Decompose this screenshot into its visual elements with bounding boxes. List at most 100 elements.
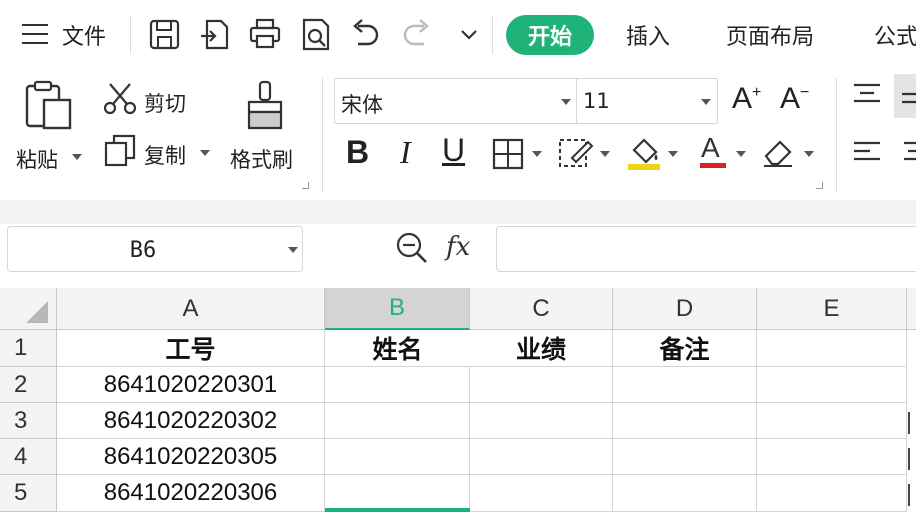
overflow-cell-text [908,448,916,470]
shrink-font-button[interactable]: A− [780,82,809,116]
underline-button[interactable]: U [442,132,465,169]
tab-insert[interactable]: 插入 [626,19,670,51]
more-dropdown-icon[interactable] [452,16,480,52]
tab-home[interactable]: 开始 [506,15,594,55]
clipboard-launcher-icon[interactable] [302,182,309,189]
cell-e3[interactable] [757,403,907,439]
file-menu[interactable]: 文件 [62,19,106,51]
font-color-dropdown-icon[interactable] [736,151,746,157]
row-header[interactable]: 2 [0,367,57,403]
cell-d2[interactable] [613,367,757,403]
save-icon[interactable] [148,16,182,52]
align-center-icon[interactable] [900,140,916,166]
menu-icon[interactable] [22,16,50,52]
chevron-down-icon[interactable] [561,99,571,105]
print-icon[interactable] [248,16,282,52]
format-painter-button[interactable]: 格式刷 [230,144,293,174]
cell-a2[interactable]: 8641020220301 [57,367,325,403]
column-header-d[interactable]: D [613,288,757,330]
cell-c1[interactable]: 业绩 [470,330,613,367]
grow-font-button[interactable]: A+ [732,82,761,116]
font-color-icon[interactable]: A [698,132,728,172]
row-header[interactable]: 3 [0,403,57,439]
bold-button[interactable]: B [346,134,369,171]
undo-icon[interactable] [348,16,382,52]
print-preview-icon[interactable] [299,16,333,52]
borders-icon[interactable] [492,138,524,170]
chevron-down-icon[interactable] [701,99,711,105]
column-header-c[interactable]: C [470,288,613,330]
cell-a1[interactable]: 工号 [57,330,325,367]
formula-input[interactable] [496,226,916,272]
paste-button[interactable]: 粘贴 [16,144,58,174]
cell-c4[interactable] [470,439,613,475]
cell-e2[interactable] [757,367,907,403]
cell-b2[interactable] [325,367,470,403]
column-header-f[interactable] [907,288,916,330]
insert-function-button[interactable]: fx [446,232,470,262]
cell-c5[interactable] [470,475,613,512]
cell-b3[interactable] [325,403,470,439]
redo-icon[interactable] [400,16,434,52]
formula-bar: B6 fx [0,224,916,288]
cell-d1[interactable]: 备注 [613,330,757,367]
overflow-cell-text [908,484,916,506]
copy-dropdown-icon[interactable] [200,150,210,156]
chevron-down-icon[interactable] [288,247,298,253]
column-header-b[interactable]: B [325,288,470,330]
select-all-button[interactable] [0,288,57,330]
align-top-icon[interactable] [852,82,882,106]
scissors-icon[interactable] [102,82,138,116]
cell-e4[interactable] [757,439,907,475]
cell-b1[interactable]: 姓名 [325,330,470,367]
cell-e5[interactable] [757,475,907,512]
copy-icon[interactable] [104,134,136,168]
cell-e1[interactable] [757,330,907,367]
copy-button[interactable]: 复制 [144,140,186,170]
sheet-grid: A B C D E 1 2 3 4 5 工号 姓名 业绩 备注 86410202… [0,288,916,512]
cell-style-dropdown-icon[interactable] [600,151,610,157]
font-launcher-icon[interactable] [816,182,823,189]
fill-color-dropdown-icon[interactable] [668,151,678,157]
cell-d4[interactable] [613,439,757,475]
tab-formulas[interactable]: 公式 [874,19,916,51]
export-icon[interactable] [199,16,233,52]
paste-dropdown-icon[interactable] [72,154,82,160]
cell-c3[interactable] [470,403,613,439]
name-box[interactable]: B6 [7,226,303,272]
fill-color-icon[interactable] [626,134,662,172]
cut-button[interactable]: 剪切 [144,88,186,118]
cell-b5[interactable] [325,475,470,512]
cell-a3[interactable]: 8641020220302 [57,403,325,439]
eraser-dropdown-icon[interactable] [804,151,814,157]
borders-dropdown-icon[interactable] [532,151,542,157]
column-header-a[interactable]: A [57,288,325,330]
tab-page-layout[interactable]: 页面布局 [726,19,814,51]
zoom-search-icon[interactable] [394,230,430,266]
menu-divider [492,16,493,54]
eraser-icon[interactable] [762,136,796,168]
cell-a4[interactable]: 8641020220305 [57,439,325,475]
format-painter-icon[interactable] [244,80,286,132]
align-middle-icon[interactable] [894,74,916,118]
column-header-e[interactable]: E [757,288,907,330]
grow-font-glyph: A [732,82,753,115]
menu-divider [130,16,131,54]
cell-d3[interactable] [613,403,757,439]
font-size-value: 11 [583,89,610,113]
cell-a5[interactable]: 8641020220306 [57,475,325,512]
row-header[interactable]: 5 [0,475,57,512]
cell-d5[interactable] [613,475,757,512]
cell-c2[interactable] [470,367,613,403]
shrink-font-glyph: A [780,82,801,115]
row-header[interactable]: 4 [0,439,57,475]
paste-icon[interactable] [24,80,74,132]
font-size-select[interactable]: 11 [576,78,718,124]
font-name-select[interactable]: 宋体 [334,78,578,124]
name-box-value: B6 [129,238,157,263]
align-left-icon[interactable] [852,140,882,166]
cell-b4[interactable] [325,439,470,475]
cell-style-icon[interactable] [558,136,594,170]
row-header[interactable]: 1 [0,330,57,367]
italic-button[interactable]: I [400,134,411,171]
